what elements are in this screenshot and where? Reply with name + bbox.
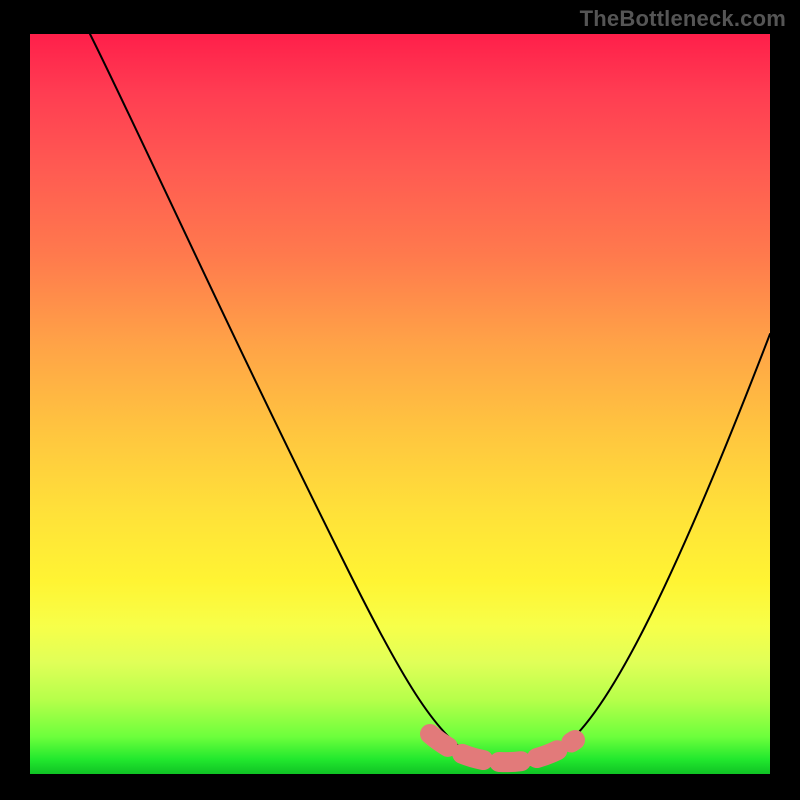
optimal-range-marker [430, 734, 575, 762]
chart-frame: TheBottleneck.com [0, 0, 800, 800]
curve-svg [30, 34, 770, 774]
plot-area [30, 34, 770, 774]
attribution-label: TheBottleneck.com [580, 6, 786, 32]
bottleneck-curve [90, 34, 770, 765]
